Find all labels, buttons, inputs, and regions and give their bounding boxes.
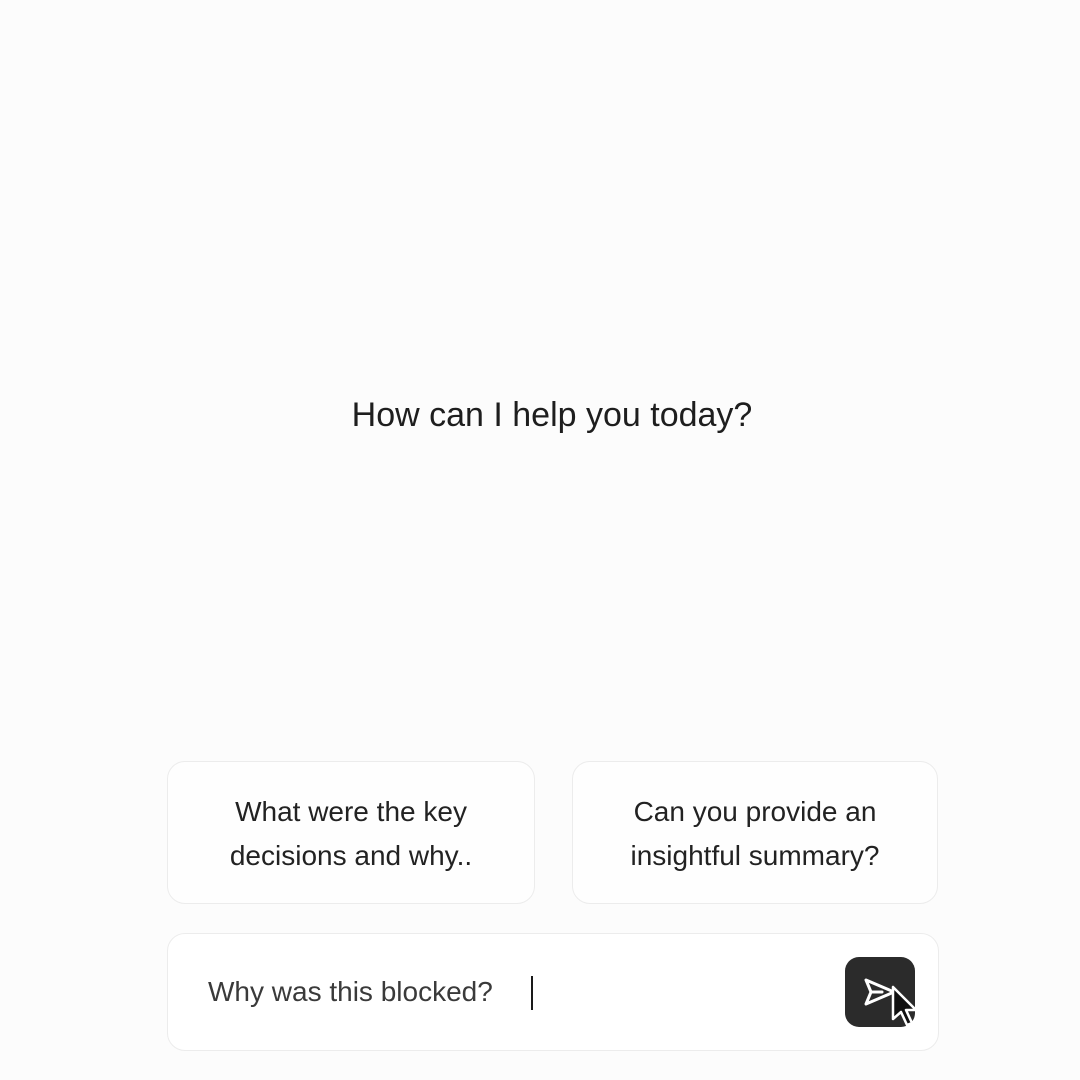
message-composer — [167, 933, 939, 1051]
send-icon — [864, 978, 896, 1006]
suggestion-label: Can you provide an insightful summary? — [630, 795, 880, 871]
suggestion-label: What were the key decisions and why.. — [229, 795, 473, 871]
send-button[interactable] — [845, 957, 915, 1027]
suggestion-card-key-decisions[interactable]: What were the key decisions and why.. — [167, 761, 535, 904]
suggestion-card-summary[interactable]: Can you provide an insightful summary? — [572, 761, 938, 904]
text-caret — [531, 976, 533, 1010]
message-input[interactable] — [208, 972, 768, 1012]
chat-page: How can I help you today? What were the … — [0, 0, 1080, 1080]
greeting-heading: How can I help you today? — [351, 396, 753, 434]
